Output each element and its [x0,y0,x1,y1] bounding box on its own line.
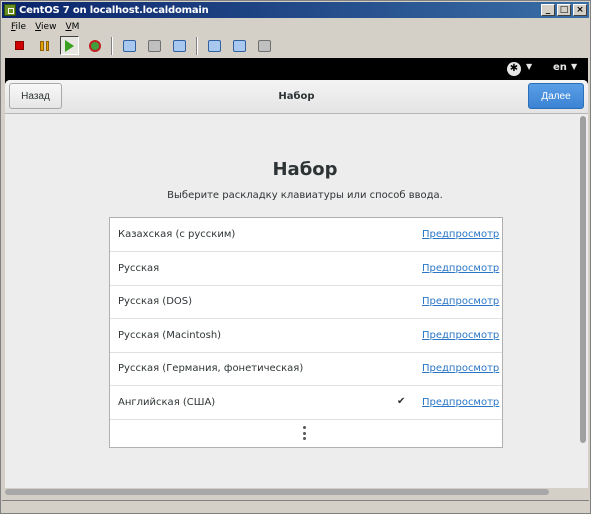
layout-name: Русская (Германия, фонетическая) [118,363,304,374]
checkmark-icon: ✔ [397,396,406,407]
pause-icon [40,40,49,51]
snapshot-manager-icon [148,39,161,52]
list-item[interactable]: Русская (Macintosh) Предпросмотр [110,319,502,353]
maximize-button[interactable]: □ [557,4,571,16]
reset-icon [88,39,101,52]
vm-window: CentOS 7 on localhost.localdomain _ □ × … [0,0,591,514]
list-item[interactable]: Английская (США) ✔ Предпросмотр [110,386,502,420]
toolbar [2,34,589,57]
horizontal-scrollbar[interactable] [5,488,588,498]
chevron-down-icon[interactable]: ▼ [571,62,577,71]
horizontal-scrollbar-thumb[interactable] [5,489,549,495]
layout-name: Казахская (с русским) [118,229,236,240]
list-item[interactable]: Русская (DOS) Предпросмотр [110,285,502,319]
snapshot-icon [123,39,136,52]
accessibility-icon[interactable]: ✱ [507,62,521,76]
back-button[interactable]: Назад [9,83,62,109]
next-button[interactable]: Далее [528,83,584,109]
language-indicator[interactable]: en [553,62,567,73]
more-layouts-row[interactable] [110,419,502,447]
settings-button[interactable] [230,36,249,55]
preview-link[interactable]: Предпросмотр [422,296,499,307]
vm-settings-icon [258,39,271,52]
send-keys-icon [208,39,221,52]
snapshot-manager-button[interactable] [145,36,164,55]
toolbar-separator [196,36,198,55]
send-keys-button[interactable] [205,36,224,55]
page-title: Набор [272,159,338,180]
stop-icon [15,41,24,50]
reset-button[interactable] [85,36,104,55]
status-bar [2,500,589,513]
layout-name: Русская (Macintosh) [118,330,222,341]
close-button[interactable]: × [573,4,587,16]
chevron-down-icon[interactable]: ▼ [526,62,532,71]
snapshot-restore-icon [173,39,186,52]
page-subtitle: Выберите раскладку клавиатуры или способ… [167,190,443,201]
stop-button[interactable] [10,36,29,55]
layout-name: Русская [118,263,160,274]
vm-settings-button[interactable] [255,36,274,55]
menu-view[interactable]: View [35,22,56,32]
layout-list: Казахская (с русским) Предпросмотр Русск… [109,217,503,448]
window-title-bar[interactable]: CentOS 7 on localhost.localdomain _ □ × [2,2,589,18]
layout-name: Английская (США) [118,397,216,408]
preview-link[interactable]: Предпросмотр [422,363,499,374]
installer-top-bar: ✱ ▼ en ▼ [5,58,588,80]
vertical-scrollbar[interactable] [580,116,586,496]
vm-app-icon [4,4,16,16]
list-item[interactable]: Казахская (с русским) Предпросмотр [110,218,502,252]
more-vertical-icon[interactable] [303,426,306,440]
vertical-scrollbar-thumb[interactable] [580,116,586,443]
vm-screen[interactable]: ✱ ▼ en ▼ Назад Набор Далее Набор Выберит… [5,58,588,498]
pause-button[interactable] [35,36,54,55]
play-button[interactable] [60,36,79,55]
menu-vm[interactable]: VM [65,22,79,32]
preview-link[interactable]: Предпросмотр [422,330,499,341]
header-bar: Назад Набор Далее [5,80,588,114]
menu-file[interactable]: File [11,22,26,32]
list-item[interactable]: Русская (Германия, фонетическая) Предпро… [110,352,502,386]
toolbar-separator [111,36,113,55]
installer-dialog: Назад Набор Далее Набор Выберите расклад… [5,80,588,498]
settings-icon [233,39,246,52]
preview-link[interactable]: Предпросмотр [422,263,499,274]
list-item[interactable]: Русская Предпросмотр [110,252,502,286]
snapshot-restore-button[interactable] [170,36,189,55]
layout-name: Русская (DOS) [118,296,193,307]
preview-link[interactable]: Предпросмотр [422,397,499,408]
menu-bar: File View VM [2,19,589,34]
minimize-button[interactable]: _ [541,4,555,16]
preview-link[interactable]: Предпросмотр [422,229,499,240]
window-title: CentOS 7 on localhost.localdomain [19,4,209,16]
snapshot-button[interactable] [120,36,139,55]
play-icon [65,39,74,52]
header-title: Набор [278,91,315,102]
